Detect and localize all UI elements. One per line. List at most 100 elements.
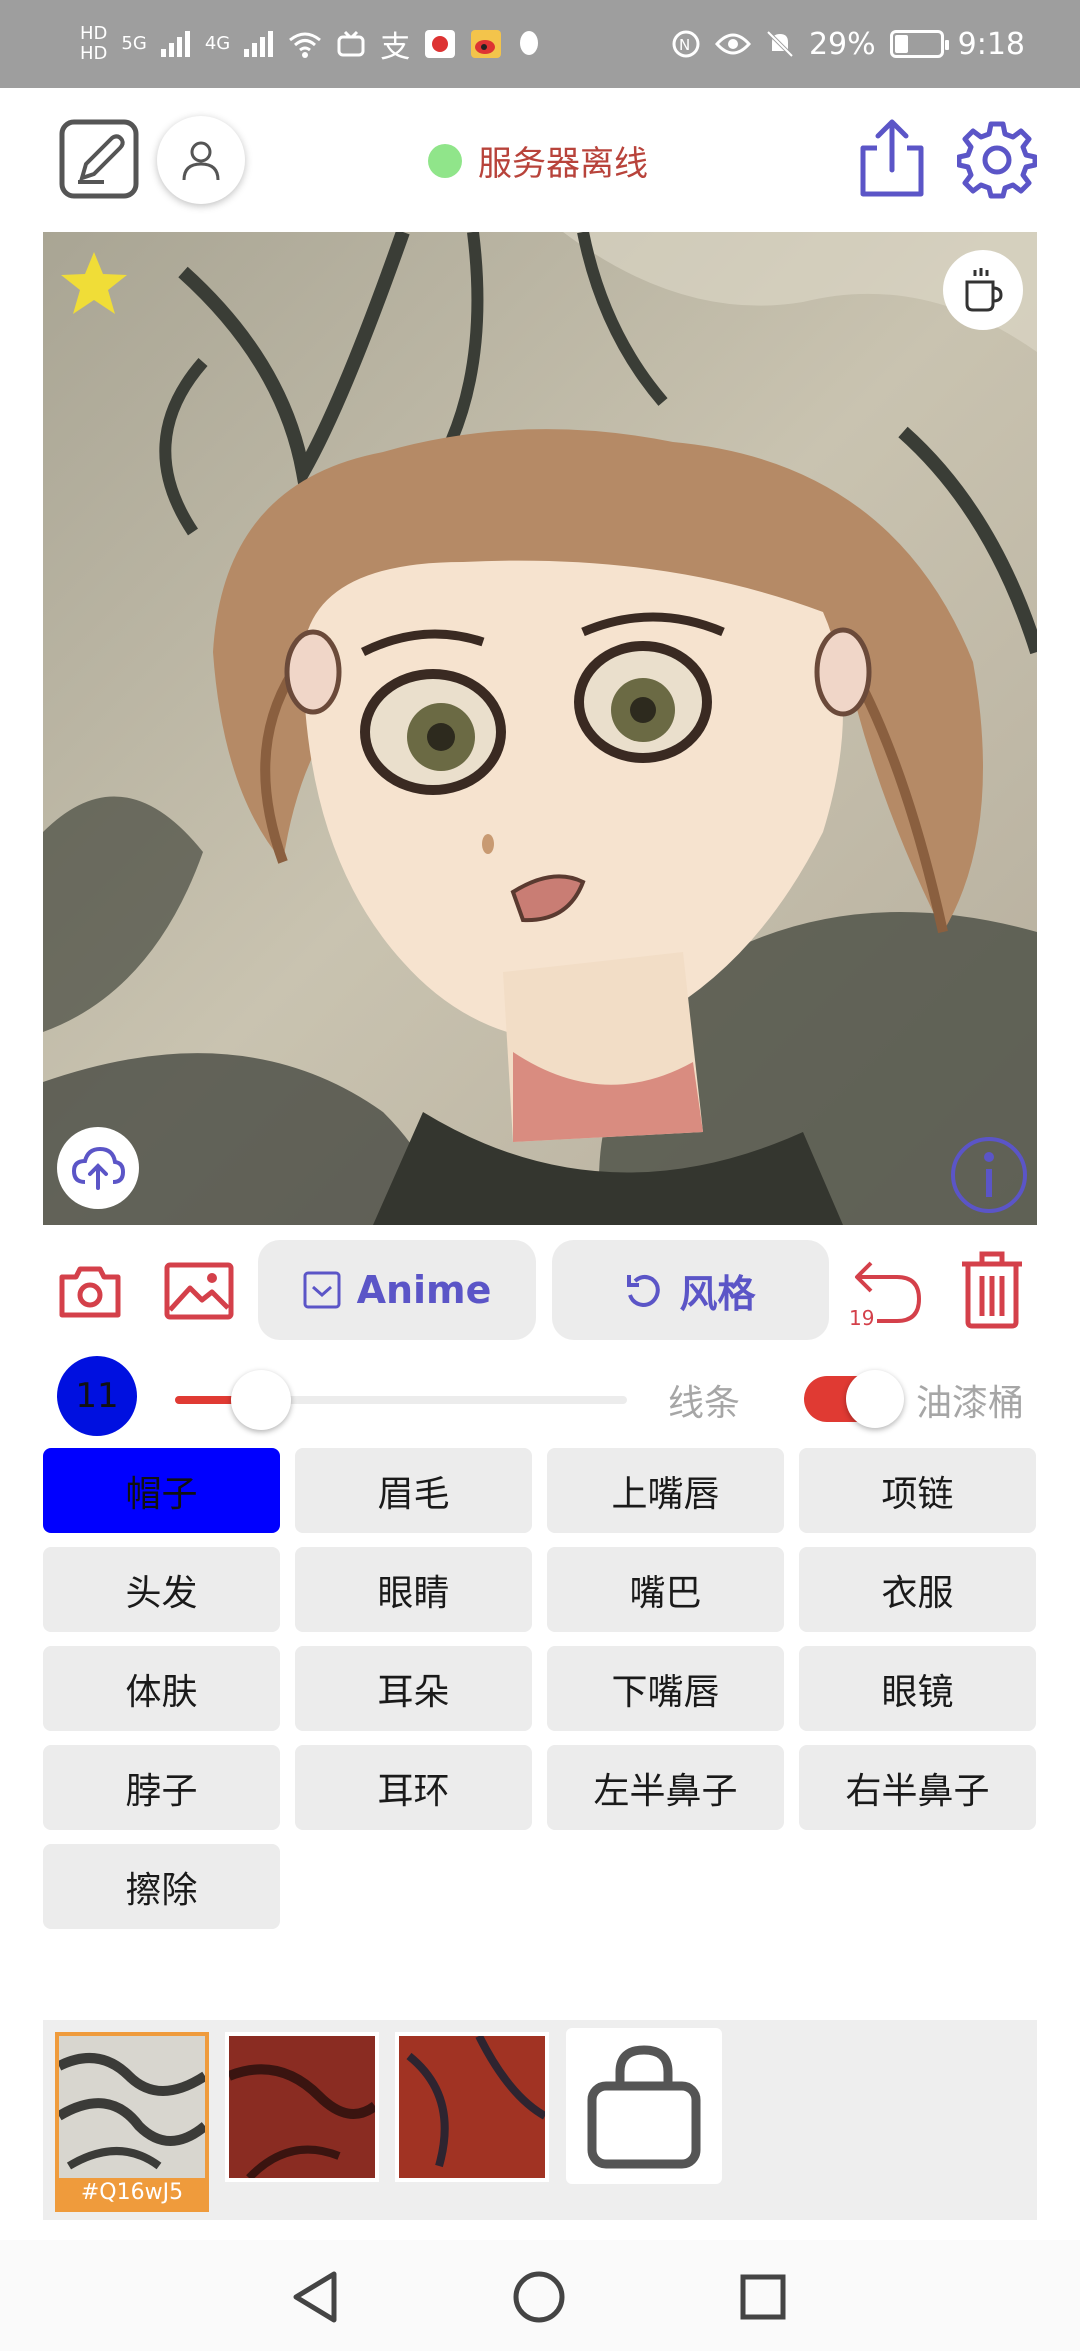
info-icon	[951, 1137, 1027, 1213]
hd-indicator-2: HD	[80, 43, 108, 64]
slider-thumb[interactable]	[230, 1370, 291, 1430]
back-triangle-icon	[293, 2271, 337, 2323]
upload-button[interactable]	[57, 1127, 139, 1209]
battery-percent: 29%	[808, 26, 876, 62]
action-toolbar: Anime 风格 19	[0, 1238, 1080, 1342]
nav-home-button[interactable]	[504, 2262, 574, 2332]
clock: 9:18	[957, 26, 1025, 62]
coffee-button[interactable]	[943, 250, 1023, 330]
part-button-glasses[interactable]: 眼镜	[799, 1646, 1036, 1731]
system-nav-bar	[0, 2240, 1080, 2351]
camera-icon	[59, 1266, 121, 1318]
app-header: 服务器离线	[0, 88, 1080, 233]
paint-bucket-toggle[interactable]	[804, 1370, 904, 1428]
line-width-slider[interactable]	[175, 1370, 627, 1430]
part-button-hat[interactable]: 帽子	[43, 1448, 280, 1533]
trash-icon	[962, 1251, 1022, 1329]
hd-indicator-1: HD	[80, 23, 108, 44]
recents-square-icon	[740, 2274, 786, 2320]
network-type-1: 5G	[121, 33, 147, 54]
info-button[interactable]	[949, 1135, 1029, 1215]
style-thumb[interactable]	[225, 2032, 379, 2182]
hd-indicators: HD HD	[80, 25, 107, 63]
favorite-star-icon[interactable]	[59, 248, 129, 318]
part-button-lower-lip[interactable]: 下嘴唇	[547, 1646, 784, 1731]
part-button-erase[interactable]: 擦除	[43, 1844, 280, 1929]
undo-count: 19	[849, 1306, 875, 1330]
coffee-cup-icon	[965, 268, 1003, 312]
undo-button[interactable]: 19	[845, 1250, 925, 1330]
battery-icon	[889, 30, 949, 58]
image-icon	[164, 1262, 234, 1320]
alipay-icon: 支	[380, 30, 411, 65]
battery-fill	[894, 35, 908, 53]
network-type-2: 4G	[204, 33, 231, 54]
part-button-left-nose[interactable]: 左半鼻子	[547, 1745, 784, 1830]
status-right: N 29% 9:18	[671, 27, 1025, 62]
user-icon	[182, 141, 220, 181]
part-button-neck[interactable]: 脖子	[43, 1745, 280, 1830]
qq-icon	[520, 31, 539, 55]
locked-style-tile[interactable]	[566, 2028, 722, 2184]
part-button-hair[interactable]: 头发	[43, 1547, 280, 1632]
share-button[interactable]	[852, 116, 932, 200]
part-button-earrings[interactable]: 耳环	[295, 1745, 532, 1830]
line-label: 线条	[668, 1383, 741, 1424]
anime-label: Anime	[356, 1268, 492, 1312]
delete-button[interactable]	[950, 1248, 1034, 1332]
part-button-necklace[interactable]: 项链	[799, 1448, 1036, 1533]
nav-back-button[interactable]	[280, 2262, 350, 2332]
gear-icon	[957, 121, 1037, 199]
brush-size-indicator[interactable]: 11	[57, 1356, 137, 1436]
eye-icon	[714, 33, 751, 55]
gallery-button[interactable]	[162, 1256, 236, 1326]
anime-mode-button[interactable]: Anime	[258, 1240, 536, 1340]
part-button-right-nose[interactable]: 右半鼻子	[799, 1745, 1036, 1830]
app-root: HD HD 5G 4G 支 N 29% 9:18 服务器离线 Anime 风格 …	[0, 0, 1080, 2351]
status-left: HD HD 5G 4G 支	[80, 22, 542, 66]
settings-button[interactable]	[955, 118, 1039, 202]
part-button-eyes[interactable]: 眼睛	[295, 1547, 532, 1632]
style-preview-image	[229, 2036, 375, 2178]
share-icon	[860, 119, 924, 197]
part-button-mouth[interactable]: 嘴巴	[547, 1547, 784, 1632]
lock-icon	[587, 2045, 701, 2169]
drawing-canvas[interactable]	[43, 232, 1037, 1225]
style-thumb[interactable]	[395, 2032, 549, 2182]
home-circle-icon	[513, 2271, 565, 2323]
wifi-icon	[289, 32, 322, 58]
status-dot	[428, 143, 462, 178]
server-status-text: 服务器离线	[478, 144, 648, 184]
nav-recents-button[interactable]	[728, 2262, 798, 2332]
server-status: 服务器离线	[428, 136, 648, 185]
part-button-eyebrows[interactable]: 眉毛	[295, 1448, 532, 1533]
part-button-ears[interactable]: 耳朵	[295, 1646, 532, 1731]
style-button[interactable]: 风格	[552, 1240, 829, 1340]
face-part-grid: 帽子 眉毛 上嘴唇 项链 头发 眼睛 嘴巴 衣服 体肤 耳朵 下嘴唇 眼镜 脖子…	[43, 1448, 1037, 1929]
part-button-clothes[interactable]: 衣服	[799, 1547, 1036, 1632]
cloud-upload-icon	[71, 1146, 125, 1190]
style-thumb-label: #Q16wJ5	[80, 2180, 184, 2205]
signal-bars-icon	[244, 31, 274, 57]
edit-button[interactable]	[58, 118, 140, 200]
style-strip: #Q16wJ5	[43, 2020, 1037, 2220]
signal-bars-icon	[160, 31, 190, 57]
style-thumb-selected[interactable]: #Q16wJ5	[55, 2032, 209, 2212]
nfc-icon: N	[672, 30, 700, 58]
user-button[interactable]	[157, 116, 245, 204]
anime-portrait-image	[43, 232, 1037, 1225]
checkbox-icon	[303, 1271, 341, 1309]
camera-button[interactable]	[55, 1256, 125, 1326]
style-preview-image	[59, 2036, 205, 2178]
toggle-thumb	[846, 1370, 904, 1428]
rotate-icon	[627, 1274, 661, 1308]
tv-app-icon	[337, 30, 365, 57]
brush-settings: 11 线条 油漆桶	[0, 1350, 1080, 1445]
status-bar: HD HD 5G 4G 支 N 29% 9:18	[0, 0, 1080, 88]
paint-bucket-label: 油漆桶	[916, 1383, 1025, 1424]
mute-bell-icon	[766, 30, 794, 58]
part-button-upper-lip[interactable]: 上嘴唇	[547, 1448, 784, 1533]
weibo-icon	[471, 30, 502, 58]
part-button-skin[interactable]: 体肤	[43, 1646, 280, 1731]
style-preview-image	[399, 2036, 545, 2178]
